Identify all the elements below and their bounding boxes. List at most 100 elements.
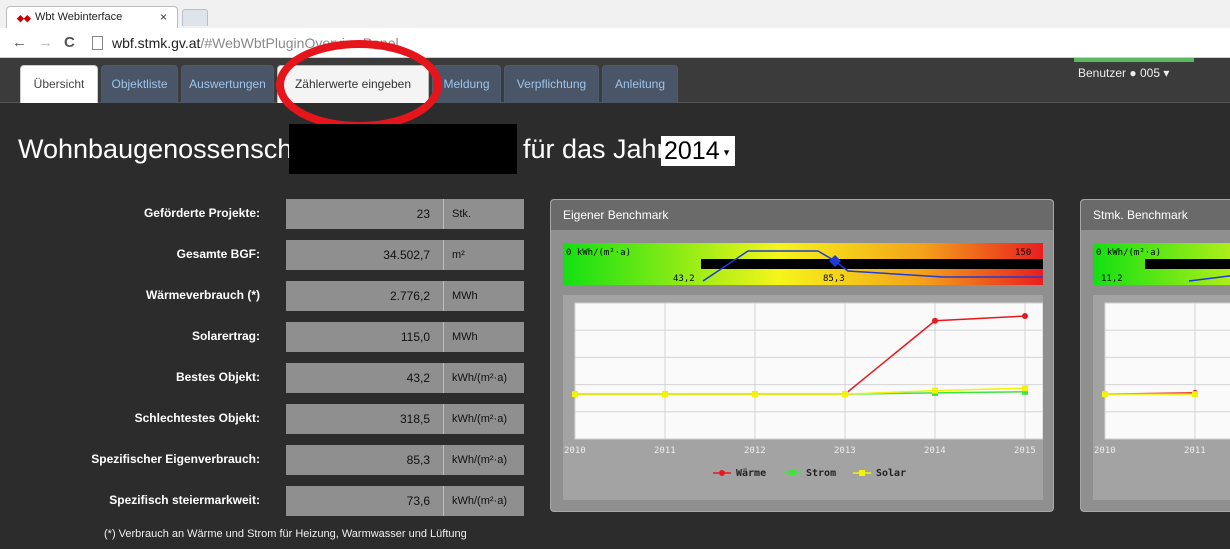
stat-value: 318,5 (286, 404, 443, 434)
scale-max-label: 150 (1015, 248, 1031, 258)
stat-value: 2.776,2 (286, 281, 443, 311)
stat-row: Spezifisch steiermarkweit: 73,6 kWh/(m²·a) (0, 486, 530, 516)
data-point (932, 317, 938, 324)
favicon-icon: ◆◆ (17, 13, 31, 23)
own-label: 85,3 (823, 274, 845, 284)
stat-label: Geförderte Projekte: (143, 206, 260, 220)
address-bar: ← → C wbf.stmk.gv.at/#WebWbtPluginOvervi… (0, 28, 1230, 58)
browser-tab-strip: ◆◆ Wbt Webinterface × (0, 0, 1230, 28)
best-label: 43,2 (673, 274, 695, 284)
highlight-circle (276, 40, 442, 130)
stat-value: 43,2 (286, 363, 443, 393)
data-point (932, 387, 938, 394)
data-point (842, 391, 848, 398)
data-point (1022, 313, 1028, 320)
year-value: 2014 (664, 137, 720, 165)
scale-min-label: 0 kWh/(m²·a) (566, 248, 631, 258)
stat-row: Solarertrag: 115,0 MWh (0, 322, 530, 352)
stat-unit: MWh (443, 322, 524, 352)
stat-row: Geförderte Projekte: 23 Stk. (0, 199, 530, 229)
stat-label: Wärmeverbrauch (*) (145, 288, 260, 302)
tab-meldung[interactable]: Meldung (432, 65, 501, 103)
stat-unit: kWh/(m²·a) (443, 445, 524, 475)
x-tick-label: 2012 (744, 446, 766, 456)
new-tab-button[interactable] (182, 9, 208, 26)
tab-objektliste[interactable]: Objektliste (101, 65, 178, 103)
stat-unit: kWh/(m²·a) (443, 363, 524, 393)
stat-row: Schlechtestes Objekt: 318,5 kWh/(m²·a) (0, 404, 530, 434)
stat-value: 23 (286, 199, 443, 229)
scale-range-bar (1145, 259, 1230, 269)
caret-down-icon: ▼ (719, 147, 732, 158)
eigener-line-chart: 2010 2011 2012 2013 2014 2015 Wärme Strom Solar (563, 295, 1043, 500)
stat-unit: kWh/(m²·a) (443, 486, 524, 516)
data-point (1102, 391, 1108, 398)
close-tab-icon[interactable]: × (160, 10, 167, 24)
stat-row: Bestes Objekt: 43,2 kWh/(m²·a) (0, 363, 530, 393)
legend-marker (859, 470, 865, 476)
stat-label: Spezifischer Eigenverbrauch: (91, 452, 260, 466)
year-select[interactable]: 2014 ▼ (661, 136, 735, 166)
tab-auswertungen[interactable]: Auswertungen (181, 65, 274, 103)
user-id: 005 (1139, 66, 1160, 80)
user-status-bar (1074, 58, 1194, 62)
legend-label: Wärme (736, 468, 766, 479)
stat-value: 115,0 (286, 322, 443, 352)
url-host: wbf.stmk.gv.at (112, 35, 201, 51)
stat-unit: m² (443, 240, 524, 270)
panel-eigener-benchmark: Eigener Benchmark 0 kWh/(m²·a) 150 43,2 … (550, 199, 1054, 512)
stat-unit: Stk. (443, 199, 524, 229)
stat-row: Gesamte BGF: 34.502,7 m² (0, 240, 530, 270)
x-tick-label: 2010 (1094, 446, 1116, 456)
user-label: Benutzer (1078, 66, 1127, 80)
browser-tab[interactable]: ◆◆ Wbt Webinterface × (6, 6, 178, 28)
data-point (752, 391, 758, 398)
panel-stmk-benchmark: Stmk. Benchmark 0 kWh/(m²·a) 11,2 2010 20… (1080, 199, 1230, 512)
scale-range-bar (701, 259, 1043, 269)
plot-area (1104, 302, 1230, 440)
data-point (1022, 385, 1028, 392)
x-tick-label: 2013 (834, 446, 856, 456)
tab-uebersicht[interactable]: Übersicht (20, 65, 98, 103)
page-title: Wohnbaugenossenscha (18, 134, 308, 164)
page-title-suffix: für das Jahr (523, 134, 666, 164)
browser-tab-title: Wbt Webinterface (35, 11, 123, 23)
stat-unit: kWh/(m²·a) (443, 404, 524, 434)
data-point (1192, 391, 1198, 398)
panel-title: Eigener Benchmark (551, 200, 1053, 230)
stat-label: Gesamte BGF: (176, 247, 260, 261)
chevron-down-icon: ▾ (1163, 66, 1170, 80)
back-icon[interactable]: ← (12, 34, 27, 51)
legend-marker (789, 470, 795, 476)
user-menu[interactable]: Benutzer ● 005 ▾ (1078, 66, 1169, 80)
stat-label: Bestes Objekt: (175, 370, 260, 384)
stat-row: Wärmeverbrauch (*) 2.776,2 MWh (0, 281, 530, 311)
data-point (662, 391, 668, 398)
tab-verpflichtung[interactable]: Verpflichtung (504, 65, 599, 103)
stat-value: 73,6 (286, 486, 443, 516)
x-tick-label: 2010 (564, 446, 586, 456)
stat-value: 85,3 (286, 445, 443, 475)
reload-icon[interactable]: C (64, 34, 75, 51)
page-icon (92, 36, 103, 50)
x-tick-label: 2014 (924, 446, 946, 456)
stat-label: Spezifisch steiermarkweit: (109, 493, 260, 507)
stat-unit: MWh (443, 281, 524, 311)
user-icon: ● (1129, 66, 1137, 80)
legend-label: Solar (876, 468, 906, 479)
data-point (572, 391, 578, 398)
panel-title: Stmk. Benchmark (1081, 200, 1230, 230)
plot-area (574, 302, 1043, 440)
x-tick-label: 2011 (654, 446, 676, 456)
app-nav: Übersicht Objektliste Auswertungen Zähle… (0, 58, 1230, 103)
forward-icon[interactable]: → (38, 34, 53, 51)
stmk-line-chart: 2010 2011 (1093, 295, 1230, 500)
legend-label: Strom (806, 468, 836, 479)
x-tick-label: 2015 (1014, 446, 1036, 456)
tab-anleitung[interactable]: Anleitung (602, 65, 678, 103)
stmk-scale-bar: 0 kWh/(m²·a) 11,2 (1093, 243, 1230, 285)
eigener-scale-bar: 0 kWh/(m²·a) 150 43,2 85,3 (563, 243, 1043, 285)
legend-marker (719, 470, 725, 476)
best-label: 11,2 (1101, 274, 1123, 284)
footnote: (*) Verbrauch an Wärme und Strom für Hei… (104, 528, 467, 540)
